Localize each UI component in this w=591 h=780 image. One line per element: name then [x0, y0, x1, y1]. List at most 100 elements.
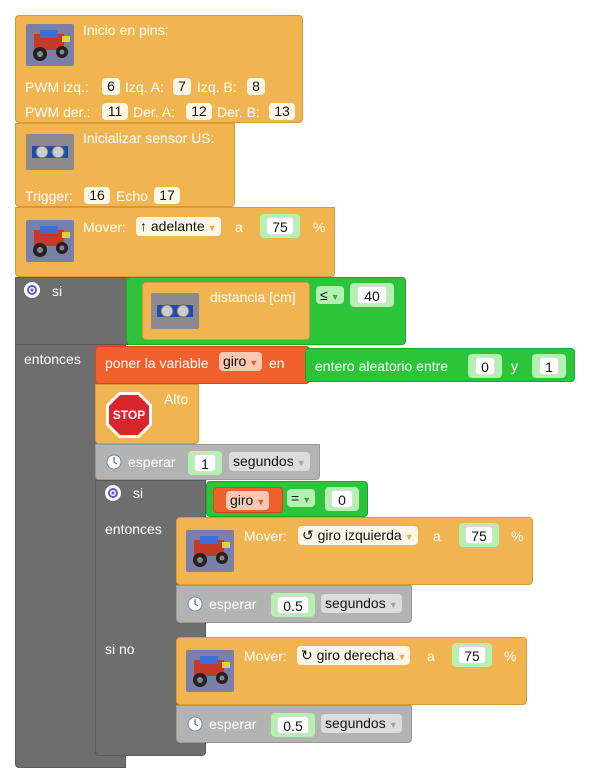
wait-unit-dropdown[interactable]: segundos ▼	[321, 594, 402, 613]
random-max-input[interactable]: 1	[539, 357, 559, 375]
right-a-field[interactable]: 12	[186, 103, 212, 120]
chevron-down-icon: ▼	[330, 292, 340, 302]
ultrasonic-sensor-image	[26, 134, 74, 170]
wait-block[interactable]: esperar 1 segundos ▼	[95, 444, 320, 480]
gear-icon[interactable]	[105, 485, 121, 501]
clock-icon	[106, 454, 122, 473]
wait-value-wrap: 1	[188, 451, 222, 475]
else-keyword: si no	[105, 641, 135, 657]
variable-name: giro	[223, 353, 247, 369]
then-keyword: entonces	[105, 521, 162, 537]
wait-unit-value: segundos	[325, 595, 386, 611]
speed-input[interactable]: 75	[266, 217, 294, 235]
equals-compare-block[interactable]: giro ▼ = ▼ 0	[206, 481, 368, 517]
speed-input[interactable]: 75	[465, 526, 493, 544]
left-b-label: Izq. B:	[197, 79, 237, 95]
random-int-label: entero aleatorio entre	[315, 358, 449, 374]
direction-dropdown[interactable]: ↺ giro izquierda ▼	[298, 526, 418, 545]
distance-sensor-block[interactable]: distancia [cm]	[142, 282, 310, 340]
left-a-field[interactable]: 7	[173, 78, 191, 95]
wait-block[interactable]: esperar 0.5 segundos ▼	[176, 705, 412, 743]
pwm-right-label: PWM der.:	[25, 104, 91, 120]
compare-operator-dropdown[interactable]: ≤ ▼	[316, 286, 344, 304]
pwm-left-field[interactable]: 6	[102, 78, 120, 95]
equals-operator-dropdown[interactable]: = ▼	[287, 489, 316, 507]
wait-value-input[interactable]: 0.5	[277, 716, 309, 734]
variable-get-dropdown[interactable]: giro ▼	[226, 491, 270, 510]
variable-get-name: giro	[230, 492, 254, 508]
move-forward-block[interactable]: Mover: ↑ adelante ▼ a 75 %	[15, 207, 335, 277]
random-max-wrap: 1	[532, 354, 566, 378]
wait-value-wrap: 0.5	[271, 593, 315, 617]
a-label: a	[427, 648, 435, 664]
stop-sign-text: STOP	[112, 408, 146, 422]
robot-car-image	[26, 24, 74, 66]
robot-car-image	[26, 220, 74, 262]
wait-block[interactable]: esperar 0.5 segundos ▼	[176, 585, 412, 623]
speed-input-wrap: 75	[260, 214, 300, 238]
wait-value-wrap: 0.5	[271, 713, 315, 737]
speed-input-wrap: 75	[459, 523, 499, 547]
variable-getter-block[interactable]: giro ▼	[213, 487, 283, 513]
echo-field[interactable]: 17	[154, 187, 180, 204]
wait-value-input[interactable]: 0.5	[277, 596, 309, 614]
percent-label: %	[504, 648, 517, 664]
stop-label: Alto	[164, 391, 189, 407]
random-min-input[interactable]: 0	[475, 357, 495, 375]
move-label: Mover:	[244, 528, 287, 544]
move-left-block[interactable]: Mover: ↺ giro izquierda ▼ a 75 %	[176, 517, 533, 585]
direction-dropdown[interactable]: ↑ adelante ▼	[136, 217, 221, 236]
chevron-down-icon: ▼	[397, 652, 407, 662]
clock-icon	[187, 716, 203, 735]
us-sensor-init-block[interactable]: Inicializar sensor US: Trigger: 16 Echo …	[15, 123, 235, 207]
if-keyword: si	[133, 485, 144, 501]
gear-icon[interactable]	[24, 282, 40, 298]
right-b-field[interactable]: 13	[269, 103, 295, 120]
chevron-down-icon: ▼	[296, 458, 306, 468]
equals-operator-value: =	[291, 490, 300, 506]
wait-value-input[interactable]: 1	[194, 454, 216, 472]
equals-value-wrap: 0	[325, 487, 359, 511]
left-b-field[interactable]: 8	[247, 78, 265, 95]
percent-label: %	[313, 219, 326, 235]
move-right-block[interactable]: Mover: ↻ giro derecha ▼ a 75 %	[176, 637, 527, 705]
init-pins-title: Inicio en pins:	[83, 22, 169, 38]
set-variable-label: poner la variable	[105, 355, 209, 371]
trigger-field[interactable]: 16	[84, 187, 110, 204]
ultrasonic-sensor-image	[151, 293, 199, 329]
init-pins-block[interactable]: Inicio en pins: PWM izq.: 6 Izq. A: 7 Iz…	[15, 15, 303, 123]
variable-dropdown[interactable]: giro ▼	[219, 352, 263, 371]
robot-car-image	[186, 650, 234, 692]
distance-threshold-input[interactable]: 40	[357, 286, 387, 304]
stop-block[interactable]: STOP Alto	[95, 384, 199, 444]
set-variable-block[interactable]: poner la variable giro ▼ en	[95, 346, 310, 384]
a-label: a	[235, 219, 243, 235]
wait-unit-dropdown[interactable]: segundos ▼	[321, 714, 402, 733]
wait-label: esperar	[128, 454, 176, 470]
random-int-block[interactable]: entero aleatorio entre 0 y 1	[305, 348, 575, 382]
trigger-label: Trigger:	[25, 188, 73, 204]
chevron-down-icon: ▼	[207, 223, 217, 233]
pwm-left-label: PWM izq.:	[25, 79, 89, 95]
direction-dropdown[interactable]: ↻ giro derecha ▼	[297, 646, 411, 665]
direction-value: ↑ adelante	[140, 218, 205, 234]
y-label: y	[511, 358, 518, 374]
right-b-label: Der. B:	[217, 104, 260, 120]
wait-label: esperar	[209, 596, 257, 612]
chevron-down-icon: ▼	[302, 495, 312, 505]
speed-input[interactable]: 75	[458, 646, 486, 664]
wait-unit-dropdown[interactable]: segundos ▼	[229, 452, 310, 471]
en-label: en	[269, 355, 285, 371]
us-init-title: Inicializar sensor US:	[83, 130, 215, 146]
a-label: a	[433, 528, 441, 544]
equals-value-input[interactable]: 0	[331, 490, 353, 508]
right-a-label: Der. A:	[133, 104, 176, 120]
wait-unit-value: segundos	[325, 715, 386, 731]
chevron-down-icon: ▼	[256, 497, 266, 507]
percent-label: %	[511, 528, 524, 544]
direction-value: ↺ giro izquierda	[302, 527, 402, 543]
stop-sign-icon: STOP	[105, 391, 153, 439]
clock-icon	[187, 596, 203, 615]
pwm-right-field[interactable]: 11	[102, 103, 128, 120]
move-label: Mover:	[244, 648, 287, 664]
